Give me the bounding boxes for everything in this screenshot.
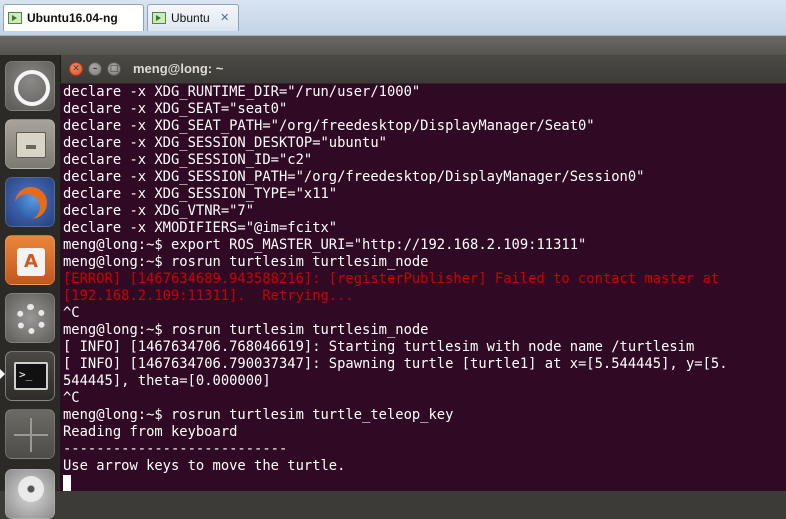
terminal-error-line: [ERROR] [1467634689.943588216]: [registe… xyxy=(63,271,720,287)
window-title: meng@long: ~ xyxy=(133,61,224,76)
vm-icon xyxy=(152,12,166,24)
launcher-dash-home[interactable] xyxy=(5,61,55,111)
terminal-line: declare -x XDG_SEAT="seat0" xyxy=(63,101,288,117)
launcher-files[interactable] xyxy=(5,119,55,169)
unity-launcher: A >_ xyxy=(0,55,61,519)
terminal-line: --------------------------- xyxy=(63,441,288,457)
firefox-icon xyxy=(15,187,47,219)
vm-icon xyxy=(8,12,22,24)
terminal-output[interactable]: declare -x XDG_RUNTIME_DIR="/run/user/10… xyxy=(63,84,786,491)
terminal-line: meng@long:~$ rosrun turtlesim turtlesim_… xyxy=(63,322,429,338)
terminal-line: declare -x XDG_SESSION_TYPE="x11" xyxy=(63,186,338,202)
terminal-error-line: [192.168.2.109:11311]. Retrying... xyxy=(63,288,354,304)
text-cursor xyxy=(63,475,71,491)
shopping-bag-icon: A xyxy=(17,248,45,276)
terminal-line: ^C xyxy=(63,305,80,321)
launcher-workspace-switcher[interactable] xyxy=(5,409,55,459)
terminal-icon: >_ xyxy=(14,362,48,390)
launcher-firefox[interactable] xyxy=(5,177,55,227)
workspaces-icon xyxy=(14,418,48,452)
close-window-button[interactable]: ✕ xyxy=(69,62,83,76)
terminal-window: ✕ – □ meng@long: ~ declare -x XDG_RUNTIM… xyxy=(61,55,786,491)
terminal-line: declare -x XDG_SESSION_ID="c2" xyxy=(63,152,313,168)
vm-tab-ubuntu16[interactable]: Ubuntu16.04-ng xyxy=(3,4,144,31)
terminal-line: declare -x XDG_SESSION_PATH="/org/freede… xyxy=(63,169,645,185)
terminal-line: ^C xyxy=(63,390,80,406)
maximize-window-button[interactable]: □ xyxy=(107,62,121,76)
terminal-line: [ INFO] [1467634706.790037347]: Spawning… xyxy=(63,356,728,372)
terminal-line: meng@long:~$ rosrun turtlesim turtlesim_… xyxy=(63,254,429,270)
close-icon[interactable]: ✕ xyxy=(218,11,232,25)
vm-tab-label: Ubuntu xyxy=(171,11,210,25)
launcher-terminal[interactable]: >_ xyxy=(5,351,55,401)
terminal-line: Use arrow keys to move the turtle. xyxy=(63,458,346,474)
ubuntu-logo-icon xyxy=(14,70,50,106)
terminal-line: declare -x XDG_SESSION_DESKTOP="ubuntu" xyxy=(63,135,387,151)
file-cabinet-icon xyxy=(16,132,46,158)
launcher-software-center[interactable]: A xyxy=(5,235,55,285)
wrench-gear-icon xyxy=(16,304,46,334)
ubuntu-top-panel xyxy=(0,36,786,55)
terminal-line: meng@long:~$ rosrun turtlesim turtle_tel… xyxy=(63,407,454,423)
terminal-line: 544445], theta=[0.000000] xyxy=(63,373,271,389)
minimize-window-button[interactable]: – xyxy=(88,62,102,76)
vm-tab-ubuntu[interactable]: Ubuntu ✕ xyxy=(147,4,239,31)
terminal-line: meng@long:~$ export ROS_MASTER_URI="http… xyxy=(63,237,587,253)
disc-icon xyxy=(18,476,44,502)
terminal-line: Reading from keyboard xyxy=(63,424,238,440)
terminal-cursor-line xyxy=(63,475,786,491)
terminal-line: declare -x XDG_RUNTIME_DIR="/run/user/10… xyxy=(63,84,421,100)
vm-tab-label: Ubuntu16.04-ng xyxy=(27,11,118,25)
launcher-system-settings[interactable] xyxy=(5,293,55,343)
terminal-line: declare -x XMODIFIERS="@im=fcitx" xyxy=(63,220,338,236)
terminal-line: declare -x XDG_SEAT_PATH="/org/freedeskt… xyxy=(63,118,595,134)
terminal-titlebar[interactable]: ✕ – □ meng@long: ~ xyxy=(61,55,786,84)
vm-tab-strip: Ubuntu16.04-ng Ubuntu ✕ xyxy=(0,0,786,36)
terminal-line: declare -x XDG_VTNR="7" xyxy=(63,203,255,219)
launcher-disc[interactable] xyxy=(5,469,55,519)
terminal-line: [ INFO] [1467634706.768046619]: Starting… xyxy=(63,339,695,355)
